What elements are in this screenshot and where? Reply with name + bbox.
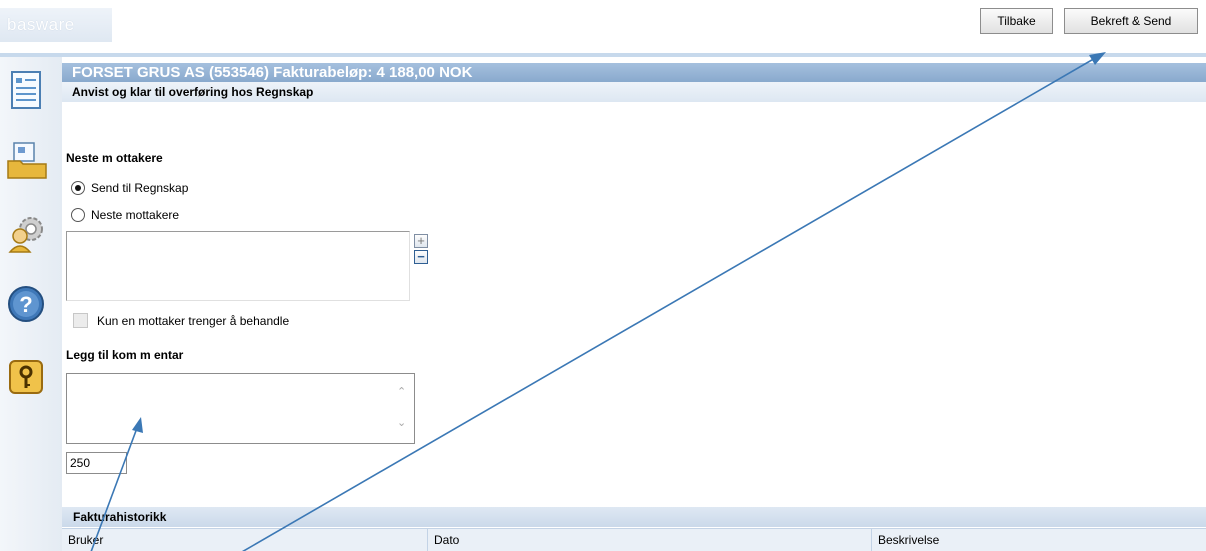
single-recipient-checkbox[interactable] [73, 313, 88, 328]
radio-send-to-accounting[interactable]: Send til Regnskap [71, 180, 188, 196]
confirm-send-button[interactable]: Bekreft & Send [1064, 8, 1198, 34]
invoice-status: Anvist og klar til overføring hos Regnsk… [62, 82, 1206, 102]
logo-text: basware [7, 15, 75, 34]
comment-heading: Legg til kom m entar [66, 348, 184, 362]
left-sidebar: ? [0, 57, 62, 551]
column-description[interactable]: Beskrivelse [872, 529, 1206, 551]
invoice-history-heading: Fakturahistorikk [62, 507, 1206, 527]
history-table-header: Bruker Dato Beskrivelse [62, 528, 1206, 551]
document-list-icon[interactable] [6, 69, 48, 111]
top-bar: basware Tilbake Bekreft & Send [0, 0, 1206, 52]
scroll-up-icon[interactable]: ⌃ [397, 385, 406, 398]
column-date[interactable]: Dato [428, 529, 872, 551]
single-recipient-option[interactable]: Kun en mottaker trenger å behandle [73, 313, 289, 329]
top-divider [0, 53, 1206, 57]
radio-button[interactable] [71, 208, 85, 222]
recipients-list[interactable] [66, 231, 410, 301]
settings-user-icon[interactable] [6, 212, 48, 254]
key-icon[interactable] [6, 357, 48, 399]
radio-label-next: Neste mottakere [91, 208, 180, 222]
folder-icon[interactable] [6, 139, 48, 181]
add-recipient-button[interactable]: + [414, 234, 428, 248]
back-button[interactable]: Tilbake [980, 8, 1053, 34]
characters-remaining: 250 [66, 452, 127, 474]
column-user[interactable]: Bruker [62, 529, 428, 551]
svg-text:?: ? [19, 292, 32, 317]
next-recipients-heading: Neste m ottakere [66, 151, 163, 165]
radio-button-selected[interactable] [71, 181, 85, 195]
single-recipient-label: Kun en mottaker trenger å behandle [97, 314, 290, 328]
radio-next-recipients[interactable]: Neste mottakere [71, 207, 179, 223]
radio-label-send: Send til Regnskap [91, 181, 189, 195]
annotation-arrow-confirm [241, 56, 1098, 551]
basware-logo: basware [0, 8, 112, 42]
invoice-title: FORSET GRUS AS (553546) Fakturabeløp: 4 … [62, 63, 1206, 82]
comment-textarea[interactable] [66, 373, 415, 444]
scroll-down-icon[interactable]: ⌄ [397, 416, 406, 429]
remove-recipient-button[interactable]: − [414, 250, 428, 264]
help-icon[interactable]: ? [6, 284, 48, 326]
